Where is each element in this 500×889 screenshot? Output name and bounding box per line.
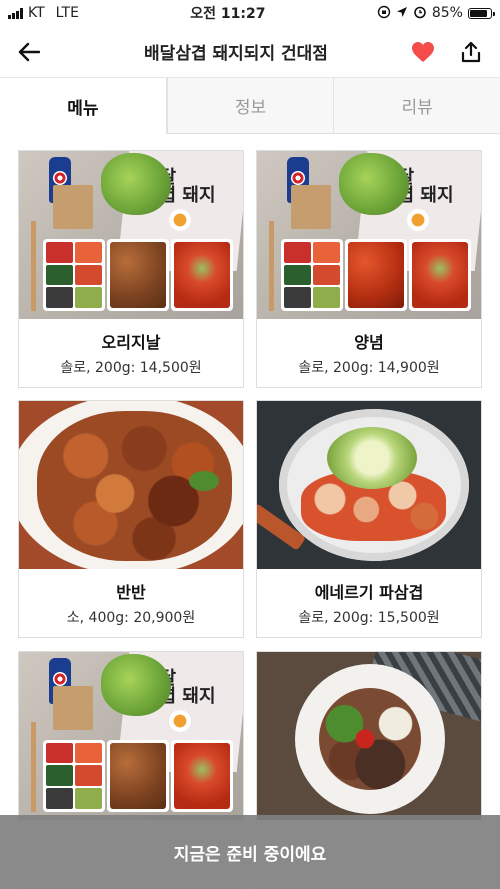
location-icon — [396, 6, 408, 21]
network-label: LTE — [55, 5, 79, 21]
menu-price: 솔로, 200g: 14,900원 — [298, 360, 440, 376]
tab-info[interactable]: 정보 — [166, 78, 334, 134]
menu-card-original[interactable]: 배달삼겹 돼지 오리지날 솔로, 200g: 14,500원 — [18, 150, 244, 388]
status-bar: KT LTE 오전 11:27 85% — [0, 0, 500, 26]
menu-card-half-half[interactable]: 반반 소, 400g: 20,900원 — [18, 400, 244, 639]
menu-name: 양념 — [354, 333, 384, 352]
menu-photo-6 — [257, 651, 481, 820]
closed-notice-text: 지금은 준비 중이에요 — [173, 844, 327, 865]
battery-icon — [467, 7, 495, 19]
status-left: KT LTE — [8, 5, 79, 21]
menu-grid: 배달삼겹 돼지 오리지날 솔로, 200g: 14,500원 배달삼겹 돼지 — [0, 134, 500, 889]
carrier-label: KT — [28, 5, 45, 21]
signal-icon — [8, 7, 23, 19]
menu-card-energy-pork[interactable]: 에네르기 파삼겹 솔로, 200g: 15,500원 — [256, 400, 482, 639]
menu-card-info: 오리지날 솔로, 200g: 14,500원 — [19, 319, 243, 387]
menu-name: 에네르기 파삼겹 — [314, 583, 424, 603]
closed-notice-bar: 지금은 준비 중이에요 — [0, 815, 500, 889]
back-arrow-icon — [18, 42, 40, 61]
menu-name: 반반 — [116, 583, 146, 603]
menu-photo-original: 배달삼겹 돼지 — [19, 151, 243, 319]
favorite-button[interactable] — [408, 37, 438, 67]
menu-photo-half-half — [19, 401, 243, 570]
rotation-lock-icon — [377, 5, 391, 22]
menu-price: 솔로, 200g: 14,500원 — [60, 360, 202, 376]
tab-bar: 메뉴 정보 리뷰 — [0, 78, 500, 134]
header-actions — [408, 37, 486, 67]
menu-name: 오리지날 — [101, 333, 161, 352]
battery-fill — [469, 9, 487, 17]
tab-menu[interactable]: 메뉴 — [0, 78, 167, 134]
menu-price: 소, 400g: 20,900원 — [66, 610, 196, 627]
share-button[interactable] — [456, 37, 486, 67]
menu-card-info: 에네르기 파삼겹 솔로, 200g: 15,500원 — [257, 569, 481, 637]
status-time: 오전 11:27 — [190, 6, 266, 22]
share-icon — [461, 41, 481, 62]
menu-card-spicy[interactable]: 배달삼겹 돼지 양념 솔로, 200g: 14,900원 — [256, 150, 482, 388]
status-right: 85% — [377, 5, 495, 22]
page-title: 배달삼겹 돼지되지 건대점 — [144, 44, 328, 64]
app-header: 배달삼겹 돼지되지 건대점 — [0, 26, 500, 78]
back-button[interactable] — [14, 37, 44, 67]
menu-photo-spicy: 배달삼겹 돼지 — [257, 151, 481, 319]
menu-price: 솔로, 200g: 15,500원 — [298, 610, 440, 627]
menu-photo-5: 배달삼겹 돼지 — [19, 651, 243, 820]
alarm-icon — [413, 5, 427, 22]
tab-reviews[interactable]: 리뷰 — [333, 78, 500, 134]
menu-card-info: 양념 솔로, 200g: 14,900원 — [257, 319, 481, 387]
menu-card-info: 반반 소, 400g: 20,900원 — [19, 569, 243, 637]
menu-photo-energy-pork — [257, 401, 481, 570]
battery-percent: 85% — [431, 5, 463, 21]
heart-icon — [412, 41, 434, 62]
